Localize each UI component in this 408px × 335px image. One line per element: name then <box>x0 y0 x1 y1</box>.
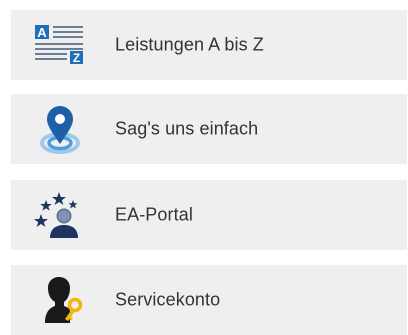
az-letter-z: Z <box>73 51 80 65</box>
menu-item-servicekonto[interactable]: Servicekonto <box>11 265 407 335</box>
a-to-z-list-icon: A Z <box>33 18 87 72</box>
menu-item-label: Leistungen A bis Z <box>115 34 264 55</box>
menu-item-sags-uns-einfach[interactable]: Sag's uns einfach <box>11 94 407 164</box>
service-menu: A Z Leistungen A bis Z Sag's uns einfach… <box>0 0 408 335</box>
location-pin-icon <box>33 102 87 156</box>
menu-item-label: EA-Portal <box>115 204 193 225</box>
menu-item-label: Sag's uns einfach <box>115 118 259 139</box>
az-letter-a: A <box>37 25 47 40</box>
menu-item-ea-portal[interactable]: EA-Portal <box>11 180 407 250</box>
menu-item-leistungen[interactable]: A Z Leistungen A bis Z <box>11 10 407 80</box>
stars-user-icon <box>33 188 87 242</box>
user-key-icon <box>33 273 87 327</box>
menu-item-label: Servicekonto <box>115 289 221 310</box>
